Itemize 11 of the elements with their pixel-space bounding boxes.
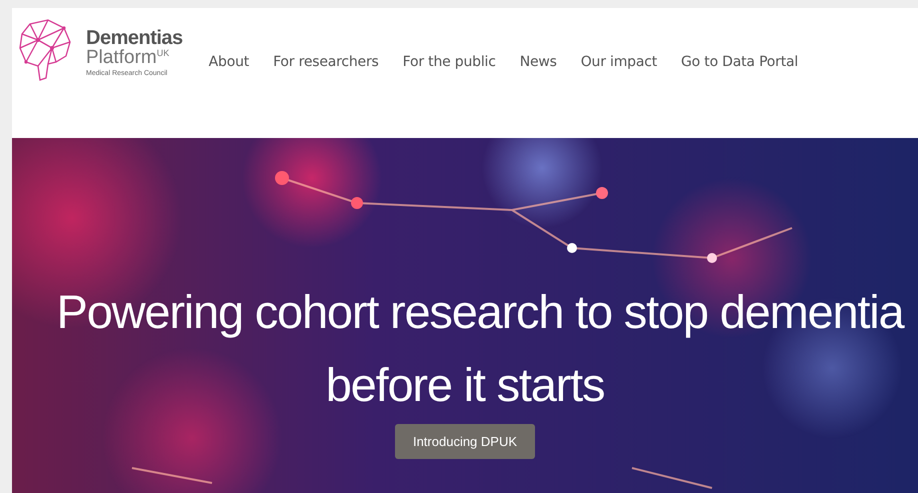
- hero-headline: before it starts: [326, 356, 604, 413]
- nav-link[interactable]: About: [196, 44, 262, 81]
- nav-link[interactable]: Our impact: [568, 44, 670, 81]
- logo-subtitle: Platform$^{UK}$: [86, 48, 170, 67]
- introducing-button[interactable]: Introducing DPUK: [394, 424, 536, 460]
- logo-title: Dementias: [86, 28, 183, 48]
- hero-headline: Powering cohort research to stop dementia: [56, 284, 904, 340]
- nav-link[interactable]: For the public: [390, 44, 508, 81]
- nav-link[interactable]: News: [508, 44, 569, 81]
- nav-link[interactable]: For researchers: [261, 44, 391, 81]
- nav-link[interactable]: Go to Data Portal: [669, 44, 810, 81]
